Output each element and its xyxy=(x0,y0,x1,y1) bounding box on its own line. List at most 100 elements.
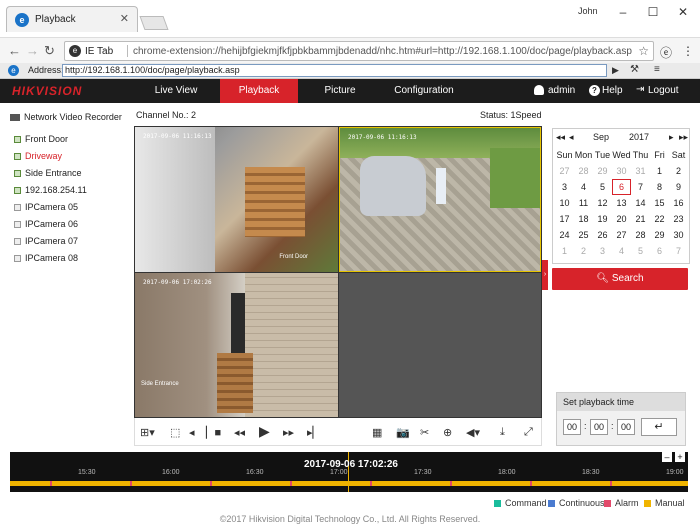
calendar-year[interactable]: 2017 xyxy=(629,132,649,142)
sidebar-item-driveway[interactable]: Driveway xyxy=(14,151,62,161)
camera-snapshot-icon[interactable]: 📷 xyxy=(396,426,410,439)
play-icon[interactable]: ▶ xyxy=(259,423,270,440)
calendar-day[interactable]: 15 xyxy=(650,195,669,211)
sidebar-item-side-entrance[interactable]: Side Entrance xyxy=(14,168,82,178)
fullscreen-icon[interactable]: ⤢ xyxy=(524,426,533,439)
calendar-day[interactable]: 31 xyxy=(631,163,650,179)
video-tile-side-entrance[interactable]: 2017-09-06 17:02:26 Side Entrance xyxy=(135,273,338,417)
reload-icon[interactable]: ↻ xyxy=(44,43,55,59)
video-tile-driveway[interactable]: 2017-09-06 11:16:13 xyxy=(339,127,541,272)
calendar-day[interactable]: 19 xyxy=(593,211,612,227)
prev-year-icon[interactable]: ◂◂ xyxy=(556,132,565,143)
calendar-day[interactable]: 11 xyxy=(574,195,593,211)
calendar-day[interactable]: 1 xyxy=(555,243,574,259)
calendar-day[interactable]: 2 xyxy=(574,243,593,259)
single-frame-icon[interactable]: ▸▏ xyxy=(307,426,321,439)
calendar-day[interactable]: 14 xyxy=(631,195,650,211)
minute-input[interactable]: 00 xyxy=(590,419,608,435)
zoom-in-icon[interactable]: + xyxy=(675,452,685,462)
reverse-play-icon[interactable]: ◂ xyxy=(189,426,195,439)
calendar-month[interactable]: Sep xyxy=(593,132,609,142)
menu-live-view[interactable]: Live View xyxy=(136,79,216,103)
calendar-day[interactable]: 9 xyxy=(669,179,688,195)
calendar-day[interactable]: 28 xyxy=(631,227,650,243)
next-year-icon[interactable]: ▸▸ xyxy=(679,132,688,143)
window-close-button[interactable]: ✕ xyxy=(670,3,696,21)
calendar-day[interactable]: 7 xyxy=(669,243,688,259)
calendar-day[interactable]: 5 xyxy=(631,243,650,259)
close-tab-icon[interactable]: ✕ xyxy=(120,12,129,25)
calendar-day[interactable]: 27 xyxy=(612,227,631,243)
timeline[interactable]: 15:30 16:00 16:30 17:00 17:30 18:00 18:30 19:00… xyxy=(10,452,688,492)
calendar-day[interactable]: 30 xyxy=(612,163,631,179)
calendar-day[interactable]: 2 xyxy=(669,163,688,179)
back-arrow-icon[interactable]: ← xyxy=(8,43,21,58)
prev-month-icon[interactable]: ◂ xyxy=(569,132,574,143)
calendar-day[interactable]: 6 xyxy=(612,179,631,195)
browser-user[interactable]: John xyxy=(578,6,598,16)
calendar-day[interactable]: 28 xyxy=(574,163,593,179)
menu-icon[interactable]: ⋮ xyxy=(682,44,694,58)
timeline-cursor[interactable] xyxy=(348,452,349,492)
calendar-day[interactable]: 26 xyxy=(593,227,612,243)
sidebar-item-ipcamera-08[interactable]: IPCamera 08 xyxy=(14,253,78,263)
record-clip-icon[interactable]: ▦ xyxy=(372,426,382,439)
sidebar-item-front-door[interactable]: Front Door xyxy=(14,134,68,144)
sidebar-item-192[interactable]: 192.168.254.11 xyxy=(14,185,87,195)
calendar-day[interactable]: 8 xyxy=(650,179,669,195)
calendar-day[interactable]: 10 xyxy=(555,195,574,211)
enter-return-icon[interactable]: ↵ xyxy=(641,418,677,436)
new-tab-button[interactable] xyxy=(139,16,169,30)
maximize-button[interactable]: ☐ xyxy=(640,3,666,21)
calendar-day[interactable]: 29 xyxy=(650,227,669,243)
video-tile-front-door[interactable]: 2017-09-06 11:16:13 Front Door xyxy=(135,127,338,272)
calendar-day[interactable]: 24 xyxy=(555,227,574,243)
scissors-icon[interactable]: ✂ xyxy=(420,426,429,439)
collapse-panel-handle[interactable]: › xyxy=(542,260,548,290)
url-text[interactable]: chrome-extension://hehijbfgiekmjfkfjpbkb… xyxy=(133,46,632,57)
zoom-out-icon[interactable]: – xyxy=(662,452,672,462)
menu-playback[interactable]: Playback xyxy=(220,79,298,103)
search-button[interactable]: 🔍︎ Search xyxy=(552,268,688,290)
calendar-day[interactable]: 13 xyxy=(612,195,631,211)
calendar-day[interactable]: 21 xyxy=(631,211,650,227)
sidebar-item-ipcamera-07[interactable]: IPCamera 07 xyxy=(14,236,78,246)
calendar-day[interactable]: 1 xyxy=(650,163,669,179)
calendar-day[interactable]: 6 xyxy=(650,243,669,259)
slow-down-icon[interactable]: ◂◂ xyxy=(234,426,245,439)
calendar-day[interactable]: 22 xyxy=(650,211,669,227)
calendar-day[interactable]: 7 xyxy=(631,179,650,195)
calendar-day[interactable]: 16 xyxy=(669,195,688,211)
select-region-icon[interactable]: ⬚ xyxy=(170,426,180,439)
stop-icon[interactable]: ▏■ xyxy=(206,426,221,439)
calendar-day[interactable]: 4 xyxy=(612,243,631,259)
bookmark-star-icon[interactable]: ☆ xyxy=(638,44,649,58)
menu-picture[interactable]: Picture xyxy=(304,79,376,103)
layout-grid-icon[interactable]: ⊞▾ xyxy=(140,426,155,439)
second-input[interactable]: 00 xyxy=(617,419,635,435)
calendar-day[interactable]: 12 xyxy=(593,195,612,211)
browser-tab[interactable]: e Playback ✕ xyxy=(6,6,138,32)
user-name[interactable]: admin xyxy=(548,79,575,103)
calendar-day[interactable]: 3 xyxy=(555,179,574,195)
menu-configuration[interactable]: Configuration xyxy=(384,79,464,103)
volume-icon[interactable]: ◀▾ xyxy=(466,426,480,439)
ie-menu-icon[interactable]: ≡ xyxy=(654,64,660,75)
calendar-day[interactable]: 29 xyxy=(593,163,612,179)
calendar-day[interactable]: 25 xyxy=(574,227,593,243)
next-month-icon[interactable]: ▸ xyxy=(669,132,674,143)
calendar-day[interactable]: 18 xyxy=(574,211,593,227)
calendar-day[interactable]: 30 xyxy=(669,227,688,243)
address-input[interactable]: http://192.168.1.100/doc/page/playback.a… xyxy=(62,64,607,77)
calendar-day[interactable]: 3 xyxy=(593,243,612,259)
calendar-day[interactable]: 20 xyxy=(612,211,631,227)
calendar-day[interactable]: 17 xyxy=(555,211,574,227)
calendar-day[interactable]: 4 xyxy=(574,179,593,195)
speed-up-icon[interactable]: ▸▸ xyxy=(283,426,294,439)
sidebar-item-ipcamera-05[interactable]: IPCamera 05 xyxy=(14,202,78,212)
tools-icon[interactable]: ⚒ xyxy=(630,64,639,75)
help-link[interactable]: Help xyxy=(602,79,623,103)
forward-arrow-icon[interactable]: → xyxy=(26,43,39,58)
hour-input[interactable]: 00 xyxy=(563,419,581,435)
sidebar-item-ipcamera-06[interactable]: IPCamera 06 xyxy=(14,219,78,229)
